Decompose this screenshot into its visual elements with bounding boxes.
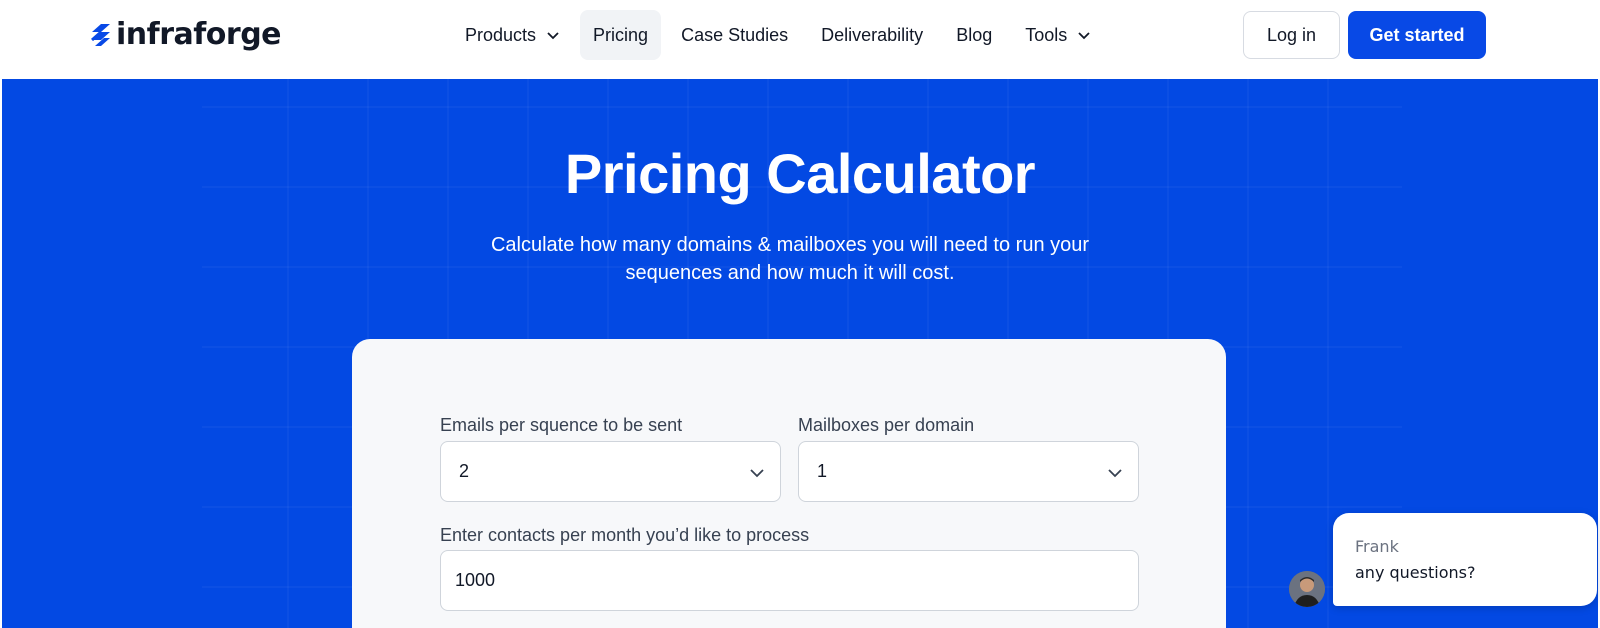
chevron-down-icon [750,469,764,478]
mailboxes-per-domain-select[interactable]: 1 [798,441,1139,502]
top-navigation-bar: infraforge Products Pricing Case Studies… [0,0,1600,79]
mailboxes-per-domain-label: Mailboxes per domain [798,415,975,435]
infraforge-logo-icon [91,24,110,46]
emails-per-sequence-select[interactable]: 2 [440,441,781,502]
emails-per-sequence-label: Emails per squence to be sent [440,415,683,435]
logo-text: infraforge [116,16,282,52]
nav-products-label: Products [465,24,537,45]
nav-pricing[interactable]: Pricing [580,10,662,60]
chevron-down-icon [1108,469,1122,478]
chat-agent-avatar[interactable] [1289,571,1325,607]
nav-deliverability[interactable]: Deliverability [808,10,936,60]
chevron-down-icon [1078,32,1090,40]
chat-message-text: any questions? [1355,563,1476,582]
page-subtitle: Calculate how many domains & mailboxes y… [490,234,1090,284]
main-nav: Products Pricing Case Studies Deliverabi… [452,10,1111,60]
mailboxes-per-domain-value: 1 [817,461,828,481]
nav-tools-label: Tools [1025,24,1068,45]
contacts-per-month-label: Enter contacts per month you’d like to p… [440,525,810,545]
chevron-down-icon [547,32,559,40]
infraforge-logo[interactable]: infraforge [88,16,282,52]
nav-pricing-label: Pricing [593,24,649,45]
avatar-person-icon [1289,571,1325,607]
page-title: Pricing Calculator [564,142,1036,205]
nav-case-studies[interactable]: Case Studies [668,10,801,60]
chat-message-bubble[interactable]: Frank any questions? [1333,513,1597,606]
emails-per-sequence-value: 2 [459,461,470,481]
login-button[interactable]: Log in [1243,11,1340,59]
nav-products[interactable]: Products [452,10,573,60]
nav-blog-label: Blog [956,24,993,45]
nav-case-studies-label: Case Studies [681,24,789,45]
nav-deliverability-label: Deliverability [821,24,924,45]
get-started-button[interactable]: Get started [1348,11,1486,59]
chat-agent-name: Frank [1355,537,1399,556]
nav-blog[interactable]: Blog [943,10,1005,60]
nav-tools[interactable]: Tools [1012,10,1104,60]
contacts-per-month-input[interactable] [440,550,1139,611]
calculator-card: Emails per squence to be sent 2 Mailboxe… [352,339,1226,628]
